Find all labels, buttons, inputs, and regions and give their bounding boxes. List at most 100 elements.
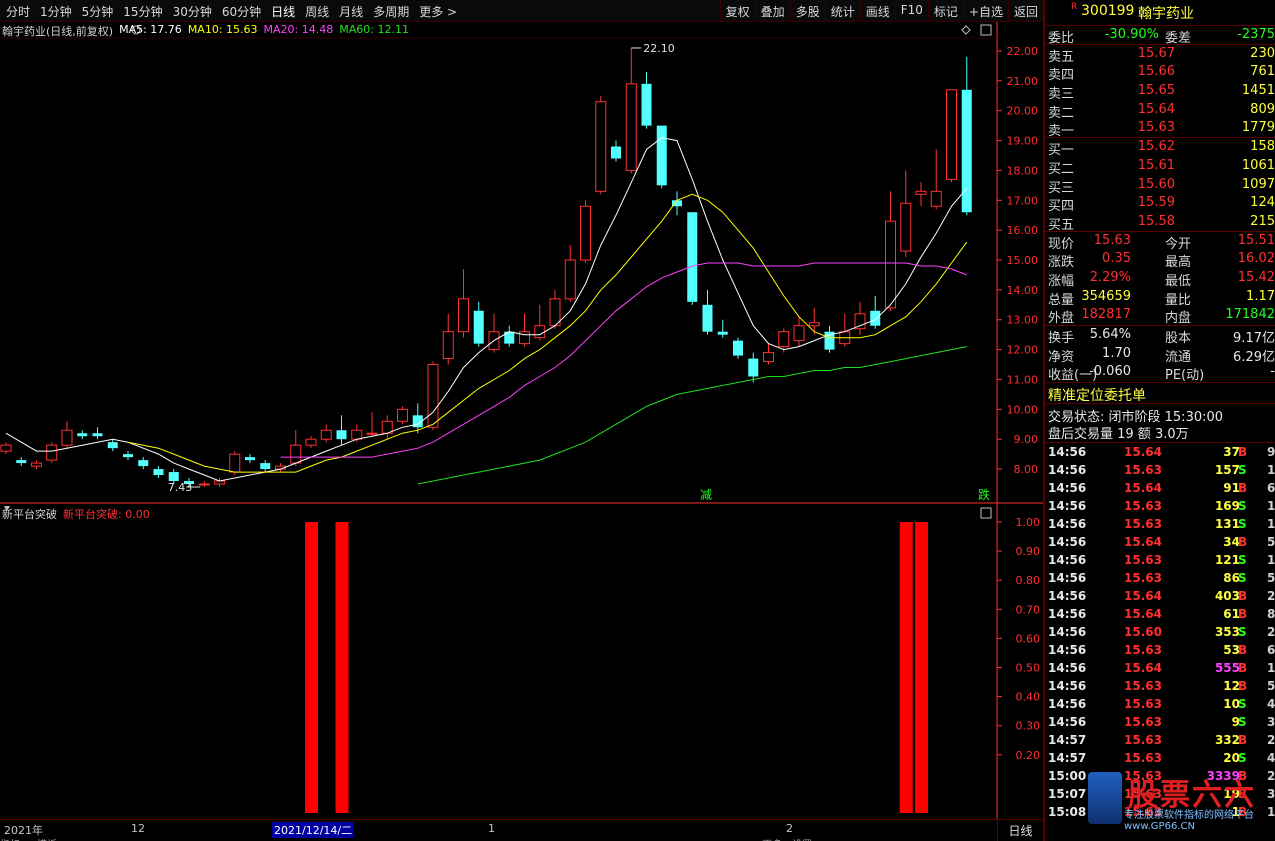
candle-body (46, 444, 58, 461)
indicator-tick-label: 0.80 (1016, 574, 1041, 587)
indicator-tick-label: 0.30 (1016, 720, 1041, 733)
tick-count: 6 (1267, 643, 1275, 658)
tick-time: 14:56 (1048, 661, 1087, 676)
quote-value: 0.35 (1102, 251, 1131, 267)
quote-section-2: 换手 5.64% 股本 9.17亿 净资 1.70 流通 6.29亿 收益(一) -0.060 PE… (1045, 326, 1275, 383)
tick-price: 15.63 (1124, 463, 1162, 478)
tick-count: 3 (1267, 715, 1275, 730)
back-button[interactable]: 返回 (1007, 0, 1043, 22)
candle (397, 406, 408, 425)
quote-label-2: PE(动) (1165, 368, 1205, 384)
candle (458, 268, 469, 338)
statistics-button[interactable]: 统计 (824, 0, 860, 22)
tab-more[interactable]: 更多 > (419, 3, 457, 20)
add-watchlist-button[interactable]: +自选 (962, 0, 1008, 22)
tick-row: 14:56 15.63 86 S 5 (1045, 569, 1275, 587)
quote-value-2: 171842 (1225, 307, 1275, 323)
tick-price: 15.63 (1124, 499, 1162, 514)
candle (473, 301, 484, 347)
quote-label: 涨跌 (1048, 255, 1075, 271)
orderbook-volume: 1779 (1241, 120, 1275, 136)
diamond-icon (961, 25, 971, 35)
top-toolbar: 分时 1分钟 5分钟 15分钟 30分钟 60分钟 日线 周线 月线 多周期 更… (0, 0, 1043, 22)
orderbook-price: 15.59 (1137, 195, 1175, 211)
f10-button[interactable]: F10 (894, 0, 928, 22)
time-label-feb: 2 (786, 822, 793, 835)
candle (656, 125, 667, 189)
candle-body (885, 220, 896, 309)
ma5-label: MA5: 17.76 (119, 23, 182, 36)
quote-value: 15.63 (1093, 232, 1131, 248)
tab-5min[interactable]: 5分钟 (82, 3, 114, 20)
entrust-title[interactable]: 精准定位委托单 (1045, 383, 1275, 405)
marker-die: 跌 (978, 487, 990, 502)
period-tabs: 分时 1分钟 5分钟 15分钟 30分钟 60分钟 日线 周线 月线 多周期 更… (6, 3, 457, 20)
tick-price: 15.64 (1124, 445, 1162, 460)
quote-row: 现价 15.63 今开 15.51 (1045, 232, 1275, 252)
multi-stock-button[interactable]: 多股 (789, 0, 825, 22)
tick-volume: 121 (1214, 553, 1240, 568)
ma5-line (5, 137, 968, 482)
tab-multi-period[interactable]: 多周期 (373, 3, 409, 20)
candle (580, 200, 591, 263)
tick-count: 9 (1267, 445, 1275, 460)
candle-body (702, 304, 713, 332)
tick-time: 14:56 (1048, 535, 1087, 550)
overlay-button[interactable]: 叠加 (754, 0, 790, 22)
candle (77, 430, 88, 440)
tick-count: 29 (1267, 625, 1275, 640)
candle (824, 325, 835, 353)
candle-body (229, 453, 241, 473)
tab-1min[interactable]: 1分钟 (40, 3, 72, 20)
quote-value: -0.060 (1089, 364, 1131, 380)
indicator-tick-label: 0.60 (1016, 632, 1041, 645)
orderbook-volume: 215 (1250, 213, 1275, 229)
tab-15min[interactable]: 15分钟 (123, 3, 162, 20)
tick-list[interactable]: 14:5615.6437B914:5615.63157S1414:5615.64… (1045, 443, 1275, 821)
candle (198, 481, 210, 487)
orderbook-label: 卖四 (1048, 68, 1075, 84)
orderbook-label: 卖一 (1048, 124, 1075, 140)
indicator-tick-label: 0.40 (1016, 691, 1041, 704)
indicator-tabs[interactable]: 指标A模板MACDDMIDMAFSLTRIXBRARCRVROBVASIEMVV… (0, 836, 1000, 841)
tick-side: S (1238, 715, 1247, 730)
tab-30min[interactable]: 30分钟 (173, 3, 212, 20)
candle (733, 337, 743, 359)
tab-daily[interactable]: 日线 (271, 3, 295, 20)
high-label: 22.10 (643, 42, 675, 55)
candle (0, 442, 12, 455)
tick-row: 14:57 15.63 20 S 4 (1045, 749, 1275, 767)
tab-monthly[interactable]: 月线 (339, 3, 363, 20)
orderbook-row: 买四 15.59 124 (1045, 194, 1275, 215)
kline-chart-area[interactable]: 8.00 9.00 10.00 11.00 12.00 13.00 14.00 15.00 16… (0, 22, 1043, 819)
period-label[interactable]: 日线 (997, 820, 1043, 841)
tick-side: B (1238, 445, 1248, 460)
tick-time: 14:56 (1048, 463, 1087, 478)
tab-60min[interactable]: 60分钟 (222, 3, 261, 20)
tick-price: 15.63 (1124, 697, 1162, 712)
orderbook-row: 卖五 15.67 230 (1045, 45, 1275, 65)
candle (381, 415, 393, 440)
tick-count: 10 (1267, 661, 1275, 676)
tick-price: 15.64 (1124, 481, 1162, 496)
candle (504, 325, 515, 347)
tab-fenshi[interactable]: 分时 (6, 3, 30, 20)
quote-value-2: 1.17 (1246, 288, 1275, 304)
candle (748, 352, 759, 383)
tab-weekly[interactable]: 周线 (305, 3, 329, 20)
mark-button[interactable]: 标记 (927, 0, 963, 22)
orderbook-label: 买四 (1048, 199, 1075, 215)
candle (946, 89, 957, 183)
candle (427, 361, 439, 431)
candle (442, 313, 454, 365)
draw-line-button[interactable]: 画线 (859, 0, 895, 22)
indicator-name[interactable]: 新平台突破 (2, 506, 57, 522)
fuquan-button[interactable]: 复权 (719, 0, 755, 22)
quote-label: 涨幅 (1048, 273, 1075, 289)
tick-row: 14:56 15.63 9 S 3 (1045, 713, 1275, 731)
candle (153, 466, 164, 479)
candle-body (351, 429, 363, 440)
price-tick-label: 13.00 (1007, 314, 1039, 327)
quote-value: 354659 (1081, 288, 1131, 304)
candle-body (534, 325, 546, 339)
